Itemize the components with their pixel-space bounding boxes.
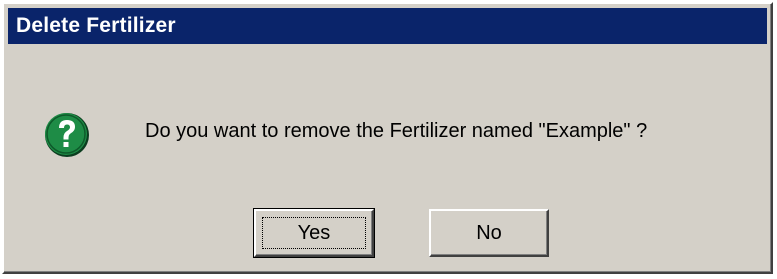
yes-button[interactable]: Yes (253, 208, 375, 258)
title-bar[interactable]: Delete Fertilizer (8, 8, 767, 44)
no-button[interactable]: No (429, 209, 549, 257)
delete-fertilizer-dialog: Delete Fertilizer Do you want to remove … (2, 2, 773, 274)
yes-button-label: Yes (297, 221, 331, 244)
dialog-title: Delete Fertilizer (16, 14, 176, 37)
question-icon (42, 109, 92, 159)
no-button-label: No (476, 221, 502, 244)
confirmation-message: Do you want to remove the Fertilizer nam… (145, 120, 648, 142)
